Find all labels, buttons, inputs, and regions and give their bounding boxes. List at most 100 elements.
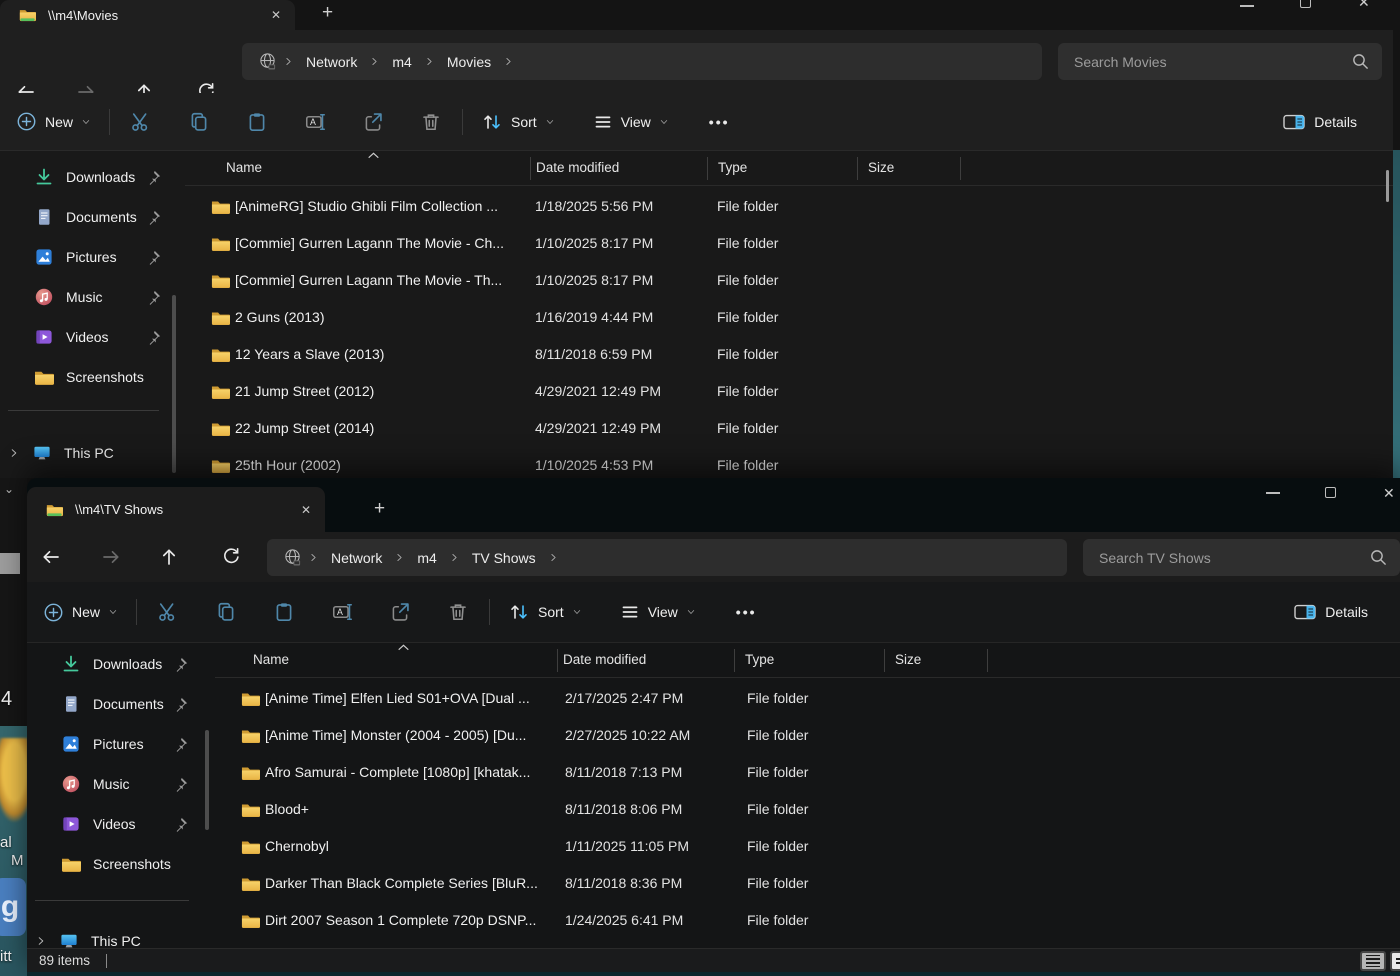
sidebar-item-music[interactable]: Music: [0, 277, 185, 317]
new-button[interactable]: New: [35, 596, 126, 629]
file-row[interactable]: Chernobyl 1/11/2025 11:05 PM File folder: [215, 829, 1400, 866]
sidebar-item-downloads[interactable]: Downloads: [27, 644, 215, 684]
refresh-icon[interactable]: [221, 547, 241, 567]
maximize-button[interactable]: [1300, 0, 1311, 8]
search-input[interactable]: [1058, 43, 1382, 80]
file-row[interactable]: [Commie] Gurren Lagann The Movie - Ch...…: [185, 226, 1393, 263]
maximize-button[interactable]: [1325, 487, 1336, 498]
file-row[interactable]: [Commie] Gurren Lagann The Movie - Th...…: [185, 263, 1393, 300]
view-button[interactable]: View: [612, 596, 704, 628]
chevron-right-icon[interactable]: [449, 552, 460, 563]
close-button[interactable]: ✕: [1358, 0, 1370, 11]
breadcrumb-network[interactable]: Network: [331, 550, 382, 566]
address-bar[interactable]: Network m4 TV Shows: [267, 539, 1067, 576]
breadcrumb-host[interactable]: m4: [392, 54, 411, 70]
list-scrollbar[interactable]: [1386, 170, 1389, 202]
column-divider[interactable]: [557, 649, 558, 672]
minimize-button[interactable]: [1266, 492, 1280, 494]
chevron-right-icon[interactable]: [283, 56, 294, 67]
sort-button[interactable]: Sort: [473, 106, 563, 138]
rename-button[interactable]: [294, 105, 336, 139]
share-button[interactable]: [379, 595, 421, 629]
chevron-right-icon[interactable]: [8, 447, 20, 459]
view-button[interactable]: View: [585, 106, 677, 138]
share-button[interactable]: [352, 105, 394, 139]
sidebar-item-documents[interactable]: Documents: [27, 684, 215, 724]
file-row[interactable]: Darker Than Black Complete Series [BluR.…: [215, 866, 1400, 903]
tab-close-icon[interactable]: ✕: [271, 8, 281, 22]
chevron-right-icon[interactable]: [308, 552, 319, 563]
sidebar-item-screenshots[interactable]: Screenshots: [27, 844, 215, 884]
sidebar-item-downloads[interactable]: Downloads: [0, 157, 185, 197]
file-row[interactable]: Blood+ 8/11/2018 8:06 PM File folder: [215, 792, 1400, 829]
file-row[interactable]: 2 Guns (2013) 1/16/2019 4:44 PM File fol…: [185, 300, 1393, 337]
column-header-type[interactable]: Type: [718, 160, 747, 175]
search-box[interactable]: [1058, 43, 1382, 80]
chevron-right-icon[interactable]: [424, 56, 435, 67]
new-tab-button[interactable]: +: [374, 498, 385, 520]
tab-tvshows[interactable]: \\m4\TV Shows ✕: [27, 487, 325, 532]
sidebar-item-this-pc[interactable]: This PC: [0, 433, 185, 473]
breadcrumb-folder[interactable]: TV Shows: [472, 550, 536, 566]
search-icon[interactable]: [1369, 548, 1388, 567]
chevron-down-icon[interactable]: ⌄: [4, 482, 14, 496]
new-button[interactable]: New: [8, 105, 99, 138]
breadcrumb-folder[interactable]: Movies: [447, 54, 491, 70]
details-button[interactable]: Details: [1274, 106, 1365, 138]
chevron-right-icon[interactable]: [503, 56, 514, 67]
file-row[interactable]: Afro Samurai - Complete [1080p] [khatak.…: [215, 755, 1400, 792]
breadcrumb-network[interactable]: Network: [306, 54, 357, 70]
cut-button[interactable]: [147, 595, 189, 629]
file-row[interactable]: 22 Jump Street (2014) 4/29/2021 12:49 PM…: [185, 411, 1393, 448]
sidebar-scrollbar[interactable]: [205, 730, 209, 830]
column-header-date[interactable]: Date modified: [563, 652, 646, 667]
more-options-button[interactable]: •••: [701, 108, 738, 136]
file-row[interactable]: [Anime Time] Monster (2004 - 2005) [Du..…: [215, 718, 1400, 755]
delete-button[interactable]: [410, 105, 452, 139]
close-button[interactable]: ✕: [1383, 485, 1395, 502]
column-divider[interactable]: [960, 157, 961, 180]
icons-view-toggle[interactable]: [1390, 951, 1400, 971]
column-divider[interactable]: [987, 649, 988, 672]
paste-button[interactable]: [236, 105, 278, 139]
details-view-toggle[interactable]: [1360, 951, 1386, 971]
desktop-icon[interactable]: g: [0, 878, 26, 936]
back-icon[interactable]: [41, 547, 61, 567]
sidebar-item-pictures[interactable]: Pictures: [27, 724, 215, 764]
delete-button[interactable]: [437, 595, 479, 629]
chevron-right-icon[interactable]: [394, 552, 405, 563]
column-divider[interactable]: [530, 157, 531, 180]
file-row[interactable]: 12 Years a Slave (2013) 8/11/2018 6:59 P…: [185, 337, 1393, 374]
chevron-right-icon[interactable]: [35, 935, 47, 947]
search-icon[interactable]: [1351, 52, 1370, 71]
sidebar-scrollbar[interactable]: [172, 295, 176, 473]
sort-button[interactable]: Sort: [500, 596, 590, 628]
column-header-size[interactable]: Size: [895, 652, 921, 667]
address-bar[interactable]: Network m4 Movies: [242, 43, 1042, 80]
new-tab-button[interactable]: +: [322, 2, 333, 24]
sidebar-item-screenshots[interactable]: Screenshots: [0, 357, 185, 397]
forward-icon[interactable]: [101, 547, 121, 567]
up-icon[interactable]: [159, 547, 179, 567]
column-header-type[interactable]: Type: [745, 652, 774, 667]
search-input[interactable]: [1083, 539, 1400, 576]
column-header-name[interactable]: Name: [253, 652, 289, 667]
details-button[interactable]: Details: [1285, 596, 1376, 628]
chevron-right-icon[interactable]: [369, 56, 380, 67]
column-divider[interactable]: [707, 157, 708, 180]
column-divider[interactable]: [857, 157, 858, 180]
tab-close-icon[interactable]: ✕: [301, 503, 311, 517]
sidebar-item-pictures[interactable]: Pictures: [0, 237, 185, 277]
sidebar-item-music[interactable]: Music: [27, 764, 215, 804]
column-header-name[interactable]: Name: [226, 160, 262, 175]
sidebar-item-videos[interactable]: Videos: [27, 804, 215, 844]
paste-button[interactable]: [263, 595, 305, 629]
file-row[interactable]: 25th Hour (2002) 1/10/2025 4:53 PM File …: [185, 448, 1393, 478]
file-row[interactable]: 21 Jump Street (2012) 4/29/2021 12:49 PM…: [185, 374, 1393, 411]
breadcrumb-host[interactable]: m4: [417, 550, 436, 566]
rename-button[interactable]: [321, 595, 363, 629]
copy-button[interactable]: [205, 595, 247, 629]
sidebar-item-videos[interactable]: Videos: [0, 317, 185, 357]
column-header-date[interactable]: Date modified: [536, 160, 619, 175]
minimize-button[interactable]: [1240, 5, 1254, 7]
